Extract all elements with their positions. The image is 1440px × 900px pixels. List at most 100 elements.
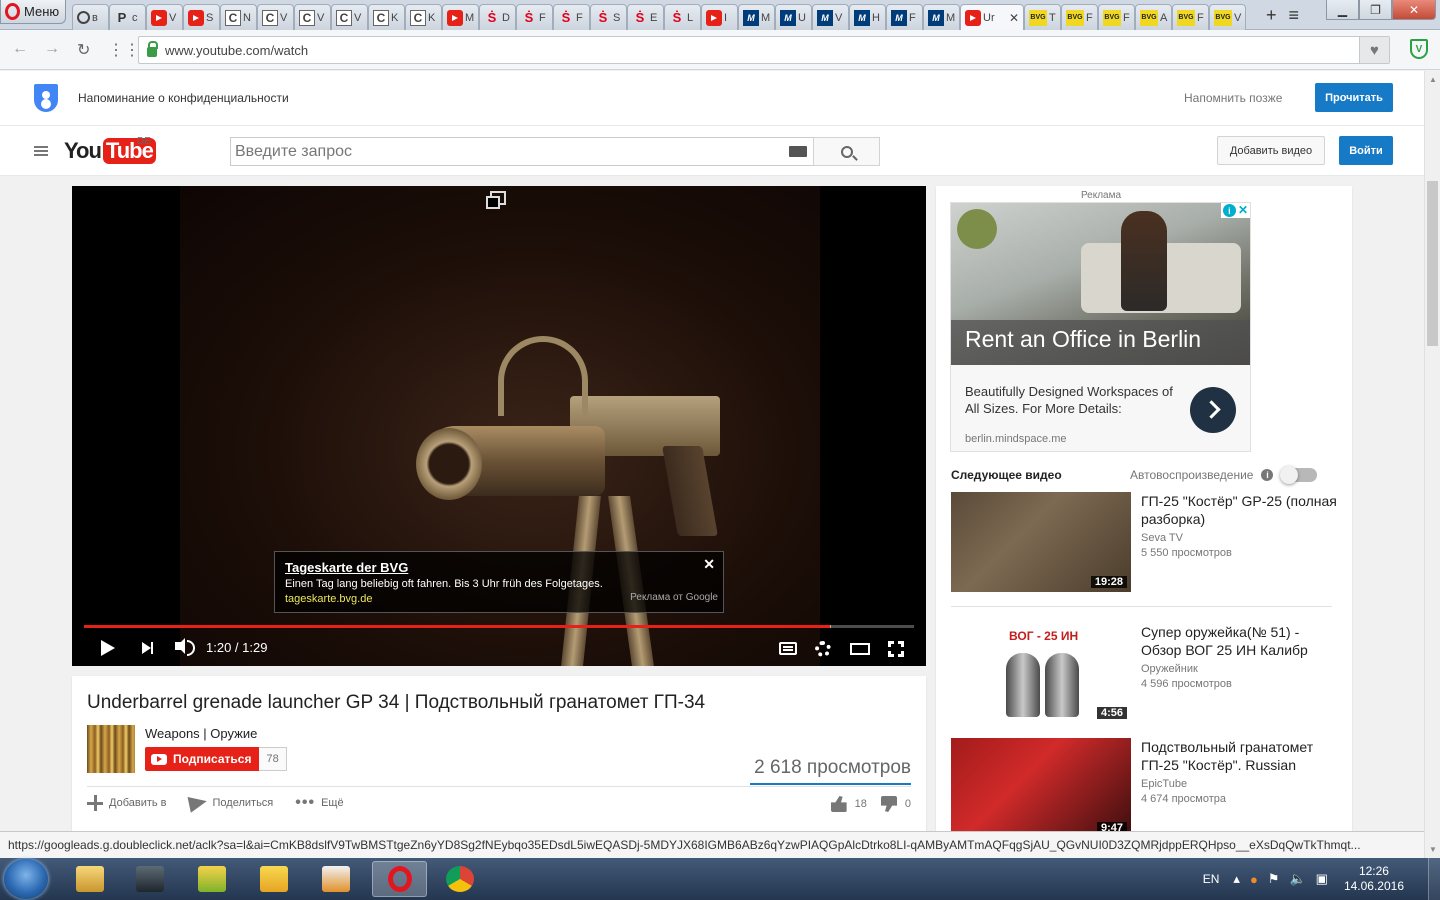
ad-chevron-right-icon[interactable] (1190, 387, 1236, 433)
next-video-icon[interactable] (142, 642, 153, 654)
tab-menu-icon[interactable]: ≡ (1289, 5, 1300, 26)
browser-tab[interactable]: ṠL (664, 4, 701, 30)
taskbar-opera[interactable] (372, 861, 427, 897)
back-arrow-icon[interactable]: ← (12, 40, 28, 58)
address-bar[interactable]: www.youtube.com/watch ♥ (138, 36, 1390, 64)
autoplay-info-icon[interactable]: i (1261, 469, 1274, 481)
video-thumbnail[interactable]: 9:47 (951, 738, 1131, 831)
volume-icon[interactable] (175, 638, 195, 656)
language-indicator[interactable]: EN (1203, 872, 1220, 886)
maximize-icon[interactable]: ❐ (1359, 0, 1392, 20)
window-close-icon[interactable]: ✕ (1392, 0, 1436, 20)
browser-tab[interactable]: MF (886, 4, 923, 30)
tray-expand-icon[interactable]: ▴ (1233, 871, 1240, 887)
ad-url[interactable]: berlin.mindspace.me (965, 433, 1067, 445)
channel-avatar[interactable] (87, 725, 135, 773)
popout-video-icon[interactable] (486, 191, 506, 209)
video-thumbnail[interactable]: ВОГ - 25 ИН 4:56 (951, 623, 1131, 723)
page-scrollbar[interactable]: ▲ ▼ (1424, 71, 1440, 858)
browser-tab[interactable]: MM (738, 4, 775, 30)
browser-tab[interactable]: CK (368, 4, 405, 30)
browser-tab[interactable]: I (701, 4, 738, 30)
search-button[interactable] (813, 137, 880, 166)
scrollbar-thumb[interactable] (1427, 181, 1438, 346)
adblock-shield-icon[interactable]: V (1410, 39, 1428, 59)
sidebar-ad[interactable]: Rent an Office in Berlin i ✕ Beautifully… (950, 202, 1251, 452)
ad-overlay-close-icon[interactable]: ✕ (703, 556, 715, 573)
taskbar-explorer[interactable] (62, 861, 117, 897)
theater-mode-icon[interactable] (850, 643, 870, 655)
tray-flag-icon[interactable]: ⚑ (1268, 871, 1280, 887)
browser-tab[interactable]: Pc (109, 4, 146, 30)
browser-tab[interactable]: V (146, 4, 183, 30)
more-actions-button[interactable]: ••• Ещё (295, 794, 343, 812)
forward-arrow-icon[interactable]: → (44, 40, 60, 58)
channel-name-link[interactable]: Weapons | Оружие (145, 726, 257, 741)
upload-video-button[interactable]: Добавить видео (1217, 136, 1325, 165)
browser-tab[interactable]: BVG F (1061, 4, 1098, 30)
ad-headline[interactable]: Rent an Office in Berlin (951, 320, 1250, 365)
browser-tab[interactable]: BVG T (1024, 4, 1061, 30)
adchoices-info-icon[interactable]: i (1222, 204, 1236, 217)
ad-overlay-title[interactable]: Tageskarte der BVG (285, 560, 713, 575)
browser-tab[interactable]: MM (923, 4, 960, 30)
subtitles-icon[interactable] (779, 642, 797, 655)
taskbar-chrome[interactable] (432, 861, 487, 897)
recommended-video[interactable]: 9:47 Подствольный гранатомет ГП-25 "Кост… (951, 738, 1341, 831)
browser-tab[interactable]: MH (849, 4, 886, 30)
browser-tab[interactable]: BVG A (1135, 4, 1172, 30)
recommended-title[interactable]: Супер оружейка(№ 51) - Обзор ВОГ 25 ИН К… (1141, 623, 1341, 659)
browser-tab[interactable]: ṠS (590, 4, 627, 30)
start-button[interactable] (4, 859, 48, 899)
taskbar-clock[interactable]: 12:26 14.06.2016 (1344, 864, 1404, 894)
video-thumbnail[interactable]: 19:28 (951, 492, 1131, 592)
browser-tab[interactable]: M (442, 4, 479, 30)
reload-icon[interactable]: ↻ (77, 40, 90, 60)
speed-dial-grid-icon[interactable]: ⋮⋮ (108, 40, 140, 60)
guide-menu-icon[interactable] (34, 146, 48, 156)
keyboard-icon[interactable] (789, 146, 807, 157)
dislike-button[interactable]: 0 (881, 796, 911, 812)
search-input[interactable]: Введите запрос (230, 137, 814, 166)
browser-tab[interactable]: ṠE (627, 4, 664, 30)
bookmark-heart-icon[interactable]: ♥ (1359, 37, 1389, 63)
share-button[interactable]: Поделиться (187, 793, 273, 813)
show-desktop-button[interactable] (1428, 858, 1440, 900)
video-player[interactable]: Tageskarte der BVG Einen Tag lang belieb… (72, 186, 926, 666)
add-to-button[interactable]: Добавить в (87, 795, 167, 811)
browser-tab[interactable]: ṠF (516, 4, 553, 30)
like-button[interactable]: 18 (830, 796, 867, 812)
video-ad-overlay[interactable]: Tageskarte der BVG Einen Tag lang belieb… (274, 551, 724, 613)
settings-gear-icon[interactable] (815, 641, 831, 657)
browser-tab[interactable]: CK (405, 4, 442, 30)
browser-tab[interactable]: BVG V (1209, 4, 1246, 30)
browser-tab[interactable]: MV (812, 4, 849, 30)
scroll-down-arrow-icon[interactable]: ▼ (1429, 845, 1437, 854)
browser-tab[interactable]: BVG F (1172, 4, 1209, 30)
recommended-video[interactable]: 19:28 ГП-25 "Костёр" GP-25 (полная разбо… (951, 492, 1341, 592)
tab-active[interactable]: Ur ✕ (960, 4, 1024, 30)
browser-tab[interactable]: MU (775, 4, 812, 30)
adchoices[interactable]: i ✕ (1220, 203, 1250, 218)
recommended-title[interactable]: ГП-25 "Костёр" GP-25 (полная разборка) (1141, 492, 1341, 528)
recommended-title[interactable]: Подствольный гранатомет ГП-25 "Костёр". … (1141, 738, 1341, 774)
adchoices-close-icon[interactable]: ✕ (1238, 204, 1248, 217)
youtube-logo[interactable]: You Tube DE (64, 136, 156, 164)
ad-image[interactable]: Rent an Office in Berlin i ✕ (951, 203, 1250, 365)
taskbar-fl-studio[interactable] (184, 861, 239, 897)
taskbar-world-of-tanks[interactable] (122, 861, 177, 897)
recommended-video[interactable]: ВОГ - 25 ИН 4:56 Супер оружейка(№ 51) - … (951, 623, 1341, 723)
minimize-icon[interactable]: ▁ (1326, 0, 1359, 20)
browser-tab[interactable]: CV (331, 4, 368, 30)
subscribe-button[interactable]: Подписаться (145, 747, 260, 771)
read-privacy-button[interactable]: Прочитать (1315, 83, 1393, 112)
fullscreen-icon[interactable] (888, 641, 904, 657)
browser-tab[interactable]: в (72, 4, 109, 30)
tab-close-icon[interactable]: ✕ (1009, 11, 1019, 25)
play-icon[interactable] (101, 640, 115, 656)
browser-tab[interactable]: ṠD (479, 4, 516, 30)
tray-avast-icon[interactable]: ● (1250, 872, 1258, 887)
browser-tab[interactable]: CN (220, 4, 257, 30)
new-tab-icon[interactable]: + (1266, 5, 1277, 26)
video-progress-bar[interactable] (84, 625, 914, 628)
